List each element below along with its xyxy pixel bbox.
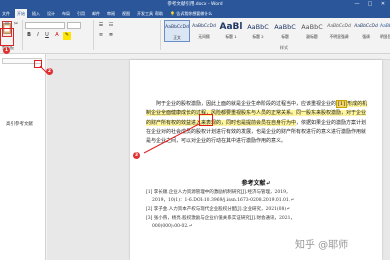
document-page[interactable]: 阿于企业的股权激励，因此上面的就是企业生命阶段的过程当中，应该重视企业的 [1] 形… — [130, 60, 382, 260]
callout-arrow — [143, 123, 200, 154]
style-emphasis[interactable]: AaBbCcDd 强调 — [353, 20, 379, 42]
callout-badge-2: 2 — [46, 68, 53, 75]
tell-me-text: 告诉我你想要做什么 — [176, 11, 213, 16]
tab-developer[interactable]: 开发工具 — [137, 9, 153, 18]
style-name: 不明显强调 — [329, 34, 349, 39]
ribbon-tabs: 文件 开始 插入 设计 布局 引用 邮件 审阅 视图 开发工具 帮助 💡 告诉我… — [0, 9, 390, 18]
maximize-button[interactable]: □ — [365, 0, 375, 9]
tab-help[interactable]: 帮助 — [155, 9, 163, 18]
tab-design[interactable]: 设计 — [47, 9, 55, 18]
style-subtitle[interactable]: AaBbC 副标题 — [299, 20, 325, 42]
watermark: 知乎 @耶师 — [295, 240, 349, 251]
style-name: 标题 — [281, 34, 289, 39]
style-name: 标题 1 — [225, 34, 237, 39]
align-left-icon[interactable]: ≡ — [97, 32, 105, 40]
align-center-icon[interactable]: ≣ — [107, 32, 115, 40]
word-window: 参考文献引用.docx - Word — □ ✕ 文件 开始 插入 设计 布局 … — [0, 0, 390, 260]
title-bar: 参考文献引用.docx - Word — □ ✕ — [0, 0, 390, 9]
tab-references[interactable]: 引用 — [77, 9, 85, 18]
group-divider — [160, 20, 161, 50]
style-intense-emphasis[interactable]: AaBbCcDd 明显强调 — [380, 20, 390, 42]
style-normal[interactable]: AaBbCcDd 正文 — [164, 20, 190, 42]
style-heading-2[interactable]: AaBbC 标题 2 — [245, 20, 271, 42]
reference-item: [3] 张小燕，杨亮.股权激励与企业价值关系实证研究[J].财会通讯，2021， — [146, 216, 295, 221]
highlight-icon[interactable]: ✎ — [63, 32, 71, 40]
tab-review[interactable]: 审阅 — [107, 9, 115, 18]
navigation-pane — [0, 54, 46, 260]
font-name-box[interactable] — [25, 22, 65, 29]
italic-icon[interactable]: I — [34, 32, 42, 40]
style-preview: AaBbCcDd — [192, 24, 216, 29]
style-preview: AaBbC — [247, 23, 269, 31]
tab-home[interactable]: 开始 — [15, 9, 27, 18]
references-heading: 参考文献↵ — [241, 180, 271, 187]
tell-me-search[interactable]: 💡 告诉我你想要做什么 — [170, 9, 212, 18]
style-preview: AaBbCcDd — [327, 24, 351, 29]
style-preview: AaBl — [219, 22, 243, 32]
tab-insert[interactable]: 插入 — [32, 9, 40, 18]
lightbulb-icon: 💡 — [170, 11, 175, 16]
callout-badge-3: 3 — [133, 152, 140, 159]
paragraph-text: 阿于企业的股权激励，因此上面的就是企业生命阶段的过程当中，应该重视企业的 — [156, 101, 337, 107]
paragraph-text: 激励作用的意义。 — [246, 138, 287, 145]
minimize-button[interactable]: — — [352, 0, 362, 9]
underline-icon[interactable]: U — [43, 32, 51, 40]
style-no-spacing[interactable]: AaBbCcDd 无间隔 — [191, 20, 217, 42]
style-subtle-emphasis[interactable]: AaBbCcDd 不明显强调 — [326, 20, 352, 42]
style-preview: AaBbC — [274, 23, 296, 31]
tab-layout[interactable]: 布局 — [62, 9, 70, 18]
style-preview: AaBbC — [301, 23, 323, 31]
style-name: 无间隔 — [198, 34, 210, 39]
citation-marker[interactable]: [1] — [336, 100, 348, 108]
style-name: 副标题 — [306, 34, 318, 39]
styles-group-label: 样式 — [280, 45, 288, 50]
tab-mailings[interactable]: 邮件 — [92, 9, 100, 18]
style-name: 明显强调 — [380, 34, 390, 39]
style-name: 正文 — [173, 35, 181, 40]
reference-item: [1] 李长顺.企业人力资源管理中的激励机制研究[J].经济与管理，2019， — [146, 190, 291, 195]
cut-icon[interactable]: ✂ — [13, 21, 19, 27]
ribbon: ✂ 剪贴板 B I U A ✎ ☰ ☷ ≡ ≣ AaBbCcDd 正文 AaBb… — [0, 18, 390, 54]
close-button[interactable]: ✕ — [378, 0, 388, 9]
group-divider — [22, 20, 23, 50]
numbering-icon[interactable]: ☷ — [107, 22, 115, 30]
style-heading-1[interactable]: AaBl 标题 1 — [218, 20, 244, 42]
style-name: 强调 — [362, 34, 370, 39]
font-color-icon[interactable]: A — [53, 32, 61, 40]
reference-item: [2] 李子金.人力资本产权与现代企业股权分配[J].企业研究，2021(08)… — [146, 207, 290, 212]
group-divider — [93, 20, 94, 50]
reference-item: 000(000):00-02.↵ — [152, 224, 193, 229]
callout-badge-1: 1 — [3, 47, 10, 54]
nav-heading-item[interactable]: 高引参考文献 — [6, 121, 33, 127]
window-title: 参考文献引用.docx - Word — [167, 2, 223, 7]
style-preview: AaBbCcDd — [165, 25, 189, 30]
font-size-box[interactable] — [67, 22, 81, 29]
bullets-icon[interactable]: ☰ — [97, 22, 105, 30]
style-title[interactable]: AaBbC 标题 — [272, 20, 298, 42]
bold-icon[interactable]: B — [25, 32, 33, 40]
callout-box-paste — [0, 28, 14, 46]
style-name: 标题 2 — [252, 34, 264, 39]
style-preview: AaBbCcDd — [380, 24, 390, 29]
reference-item: 2019，10(1)：1-6.DOI:10.3969/j.issn.1673-0… — [152, 198, 294, 203]
tab-file[interactable]: 文件 — [2, 9, 10, 18]
style-preview: AaBbCcDd — [354, 24, 378, 29]
tab-view[interactable]: 视图 — [122, 9, 130, 18]
